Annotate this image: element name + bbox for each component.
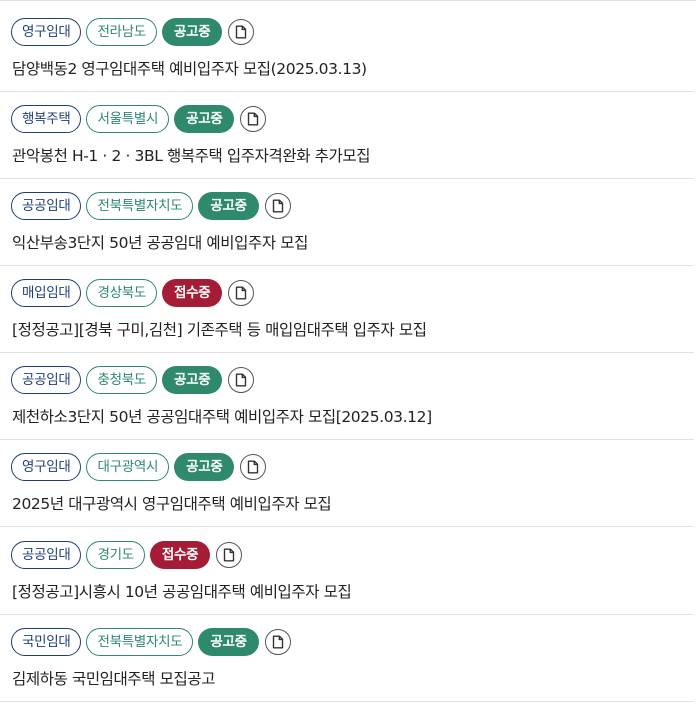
region-tag: 충청북도: [86, 366, 157, 394]
region-tag: 전북특별자치도: [86, 192, 194, 220]
notice-title[interactable]: 익산부송3단지 50년 공공임대 예비입주자 모집: [12, 231, 308, 253]
tag-group: 매입임대 경상북도 접수중: [11, 279, 255, 307]
status-badge: 공고중: [198, 192, 259, 220]
status-badge: 공고중: [174, 105, 235, 133]
region-tag: 경기도: [86, 541, 145, 569]
tag-group: 영구임대 대구광역시 공고중: [11, 453, 267, 481]
housing-type-tag: 공공임대: [11, 541, 82, 569]
attachment-button[interactable]: [240, 106, 267, 132]
attachment-button[interactable]: [240, 454, 267, 480]
notice-title[interactable]: 관악봉천 H-1 · 2 · 3BL 행복주택 입주자격완화 추가모집: [12, 144, 370, 166]
status-badge: 공고중: [174, 453, 235, 481]
tag-group: 공공임대 충청북도 공고중: [11, 366, 255, 394]
attachment-button[interactable]: [264, 193, 291, 219]
housing-type-tag: 매입임대: [11, 279, 82, 307]
notice-title[interactable]: 담양백동2 영구임대주택 예비입주자 모집(2025.03.13): [12, 57, 367, 79]
region-tag: 전라남도: [86, 18, 157, 46]
region-tag: 서울특별시: [86, 105, 170, 133]
list-item[interactable]: 매입임대 경상북도 접수중 [정정공고][경북 구미,김천] 기존주택 등 매입…: [0, 266, 694, 353]
notice-list: 영구임대 전라남도 공고중 담양백동2 영구임대주택 예비입주자 모집(2025…: [0, 0, 696, 707]
status-badge: 접수중: [161, 279, 223, 307]
list-item[interactable]: 공공임대 충청북도 공고중 제천하소3단지 50년 공공임대주택 예비입주자 모…: [0, 353, 694, 440]
status-badge: 접수중: [149, 541, 211, 569]
region-tag: 대구광역시: [86, 453, 170, 481]
housing-type-tag: 영구임대: [11, 18, 82, 46]
document-icon: [272, 199, 283, 213]
notice-title[interactable]: [정정공고][경북 구미,김천] 기존주택 등 매입임대주택 입주자 모집: [12, 318, 427, 340]
notice-title[interactable]: 제천하소3단지 50년 공공임대주택 예비입주자 모집[2025.03.12]: [12, 405, 432, 427]
document-icon: [236, 286, 247, 300]
tag-group: 국민임대 전북특별자치도 공고중: [11, 628, 291, 656]
list-item[interactable]: 공공임대 경기도 접수중 [정정공고]시흥시 10년 공공임대주택 예비입주자 …: [0, 528, 694, 615]
document-icon: [224, 548, 235, 562]
document-icon: [236, 373, 247, 387]
housing-type-tag: 국민임대: [11, 628, 82, 656]
housing-type-tag: 공공임대: [11, 192, 82, 220]
tag-group: 공공임대 전북특별자치도 공고중: [11, 192, 291, 220]
attachment-button[interactable]: [228, 367, 255, 393]
document-icon: [236, 25, 247, 39]
document-icon: [248, 460, 259, 474]
tag-group: 행복주택 서울특별시 공고중: [11, 105, 267, 133]
region-tag: 전북특별자치도: [86, 628, 194, 656]
attachment-button[interactable]: [216, 542, 243, 568]
status-badge: 공고중: [198, 628, 259, 656]
housing-type-tag: 행복주택: [11, 105, 82, 133]
list-item[interactable]: 영구임대 전라남도 공고중 담양백동2 영구임대주택 예비입주자 모집(2025…: [0, 5, 694, 92]
list-item[interactable]: 국민임대 전북특별자치도 공고중 김제하동 국민임대주택 모집공고: [0, 615, 694, 702]
document-icon: [248, 112, 259, 126]
list-item[interactable]: 공공임대 전북특별자치도 공고중 익산부송3단지 50년 공공임대 예비입주자 …: [0, 179, 694, 266]
housing-type-tag: 공공임대: [11, 366, 82, 394]
region-tag: 경상북도: [86, 279, 157, 307]
notice-title[interactable]: [정정공고]시흥시 10년 공공임대주택 예비입주자 모집: [12, 580, 352, 602]
notice-title[interactable]: 김제하동 국민임대주택 모집공고: [12, 667, 216, 689]
attachment-button[interactable]: [228, 19, 255, 45]
list-item[interactable]: 행복주택 서울특별시 공고중 관악봉천 H-1 · 2 · 3BL 행복주택 입…: [0, 92, 694, 179]
list-item[interactable]: 영구임대 대구광역시 공고중 2025년 대구광역시 영구임대주택 예비입주자 …: [0, 440, 694, 527]
notice-title[interactable]: 2025년 대구광역시 영구임대주택 예비입주자 모집: [12, 492, 332, 514]
tag-group: 영구임대 전라남도 공고중: [11, 18, 255, 46]
attachment-button[interactable]: [228, 280, 255, 306]
document-icon: [272, 635, 283, 649]
status-badge: 공고중: [161, 366, 223, 394]
attachment-button[interactable]: [264, 629, 291, 655]
housing-type-tag: 영구임대: [11, 453, 82, 481]
status-badge: 공고중: [161, 18, 223, 46]
tag-group: 공공임대 경기도 접수중: [11, 541, 243, 569]
